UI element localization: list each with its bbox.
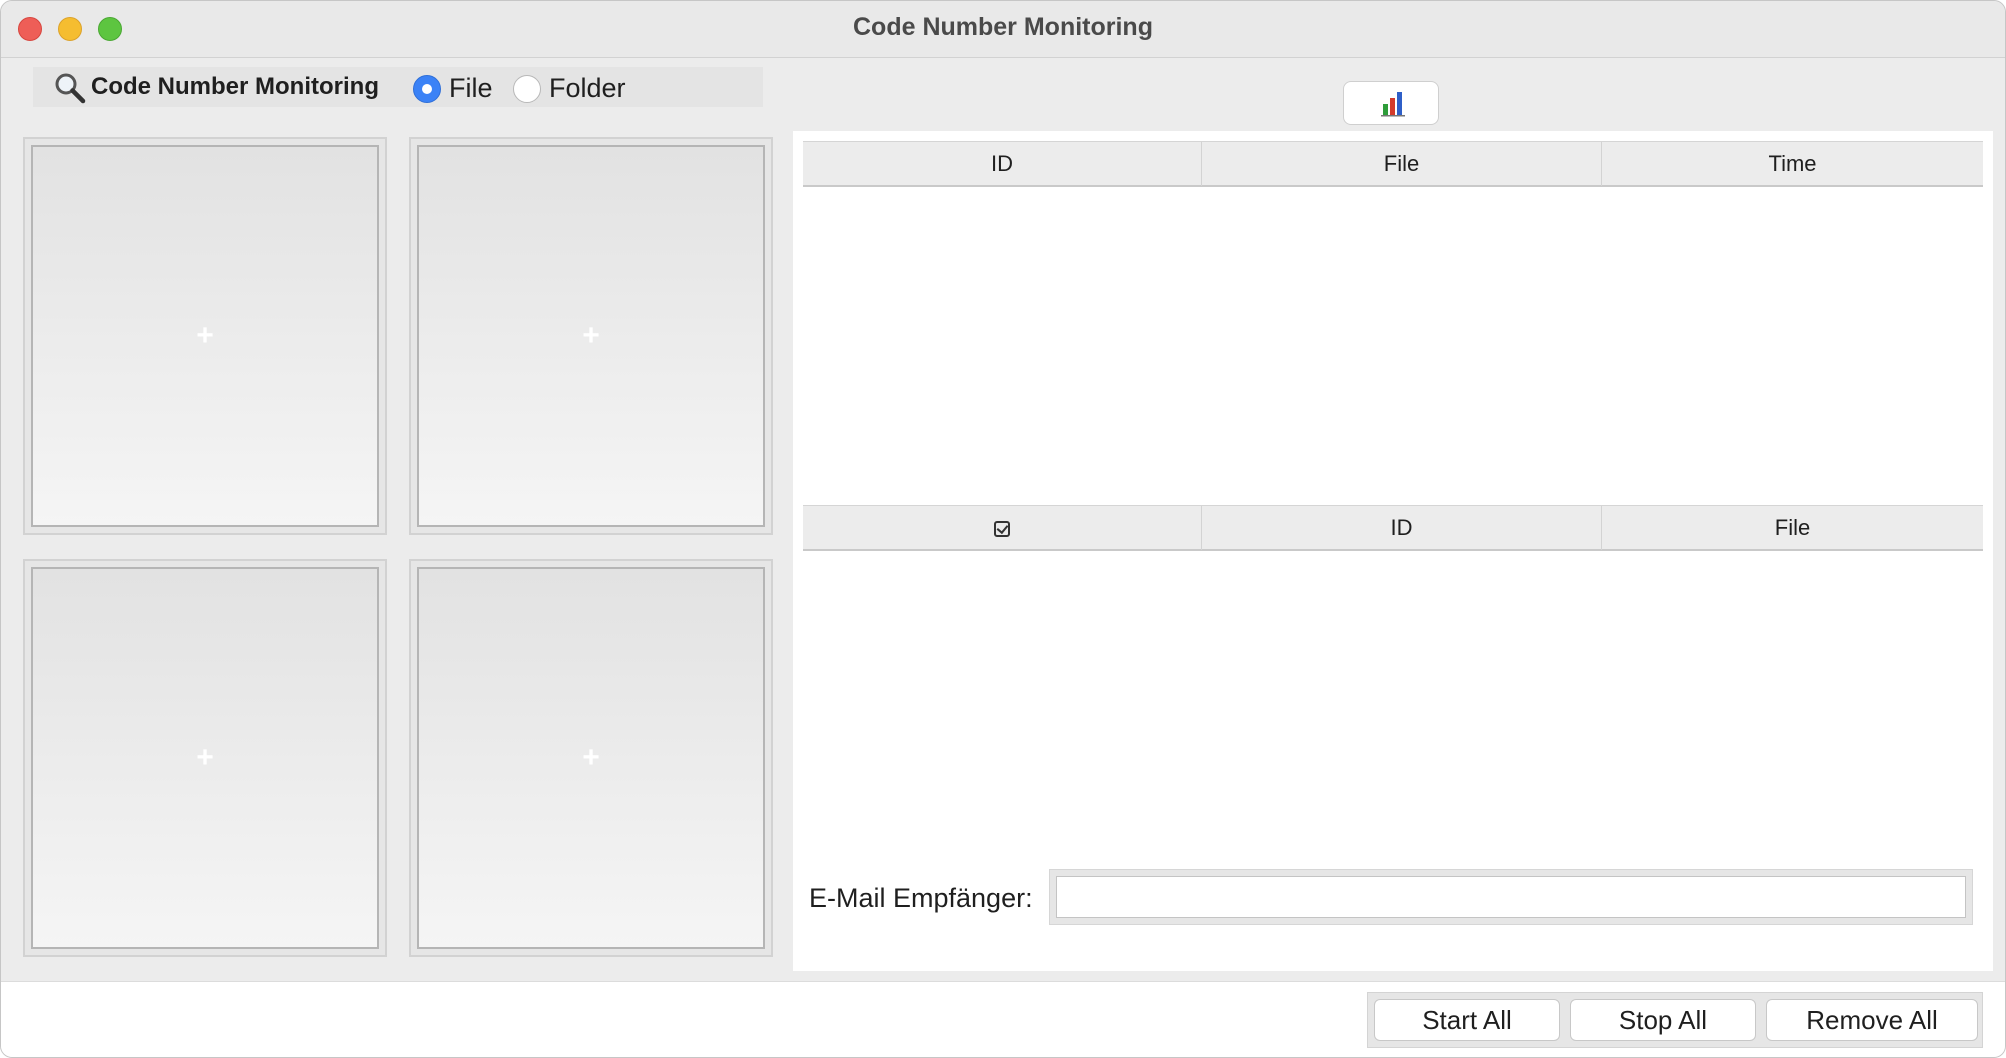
slot-frame-4: + [409, 559, 773, 957]
radio-file[interactable] [413, 75, 441, 103]
recipients-column-file[interactable]: File [1601, 506, 1983, 550]
add-icon: + [196, 319, 214, 352]
email-label: E-Mail Empfänger: [809, 883, 1033, 913]
radio-folder[interactable] [513, 75, 541, 103]
check-icon[interactable] [994, 521, 1010, 538]
monitor-slot-4[interactable]: + [417, 567, 765, 949]
chart-icon [1381, 92, 1405, 117]
slot-frame-1: + [23, 137, 387, 535]
action-bar: Start All Stop All Remove All [1, 981, 2005, 1057]
app-label: Code Number Monitoring [91, 73, 379, 100]
recipients-table-body [803, 551, 1983, 851]
add-icon: + [582, 741, 600, 774]
add-icon: + [196, 741, 214, 774]
stop-all-button[interactable]: Stop All [1570, 999, 1756, 1041]
title-bar: Code Number Monitoring [1, 1, 2005, 58]
log-column-id[interactable]: ID [803, 142, 1201, 186]
email-field[interactable] [1056, 876, 1966, 918]
window-title: Code Number Monitoring [853, 13, 1153, 41]
add-icon: + [582, 319, 600, 352]
radio-folder-label[interactable]: Folder [549, 73, 626, 104]
app-window: Code Number Monitoring Code Number Monit… [0, 0, 2006, 1058]
log-table-header: ID File Time [803, 141, 1983, 187]
monitor-slot-2[interactable]: + [417, 145, 765, 527]
slot-frame-2: + [409, 137, 773, 535]
slot-frame-3: + [23, 559, 387, 957]
results-panel: ID File Time ID File E-Mail Empfänger: [793, 131, 1993, 971]
email-field-frame [1049, 869, 1973, 925]
monitor-toolbar: Code Number Monitoring File Folder [33, 67, 763, 107]
search-icon [55, 73, 86, 104]
radio-file-label[interactable]: File [449, 73, 493, 104]
log-column-file[interactable]: File [1201, 142, 1601, 186]
start-all-button[interactable]: Start All [1374, 999, 1560, 1041]
select-all-column[interactable] [803, 506, 1201, 550]
log-column-time[interactable]: Time [1601, 142, 1983, 186]
chart-button[interactable] [1343, 81, 1439, 125]
action-buttons: Start All Stop All Remove All [1367, 992, 1983, 1048]
log-table-body [803, 187, 1983, 497]
remove-all-button[interactable]: Remove All [1766, 999, 1978, 1041]
monitor-slot-1[interactable]: + [31, 145, 379, 527]
monitor-slot-3[interactable]: + [31, 567, 379, 949]
recipients-table-header: ID File [803, 505, 1983, 551]
recipients-column-id[interactable]: ID [1201, 506, 1601, 550]
